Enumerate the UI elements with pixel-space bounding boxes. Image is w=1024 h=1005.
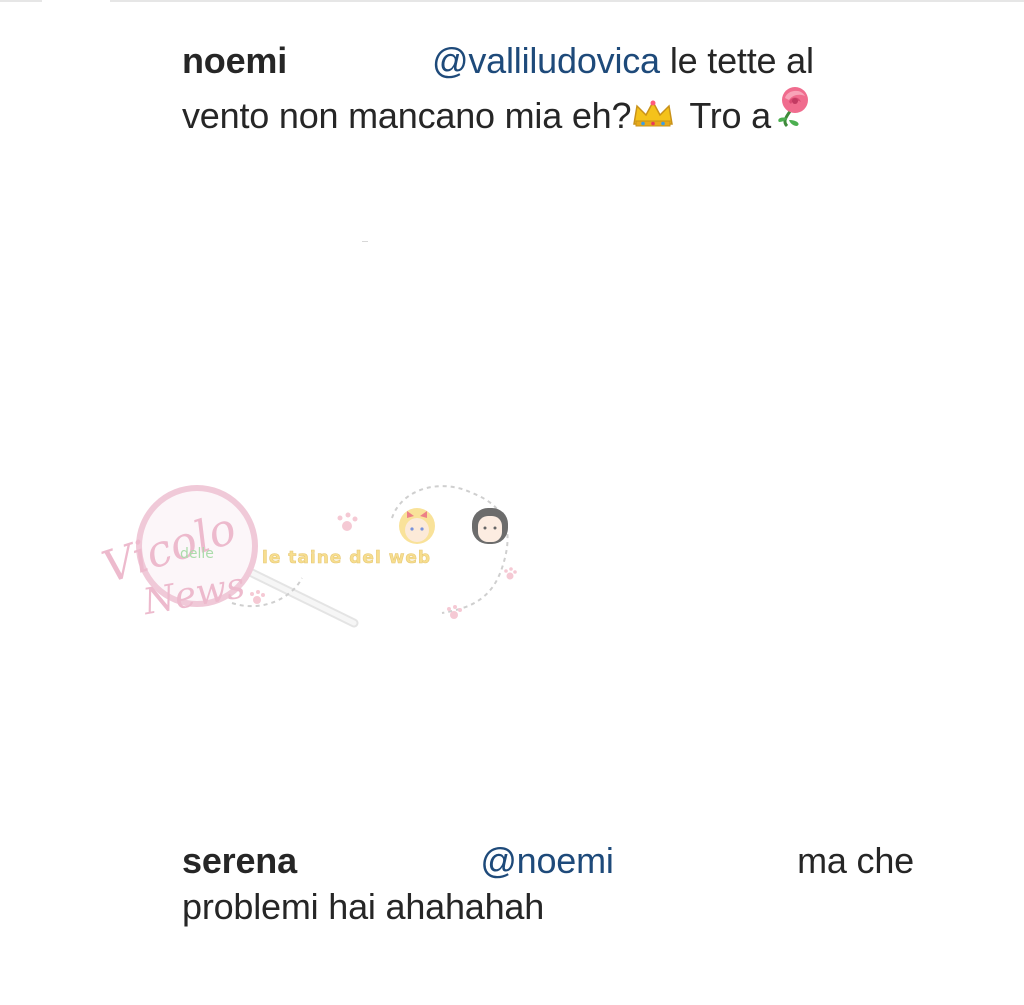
cartoon-avatar-icon [472, 508, 508, 544]
watermark-logo: Vicolo delle News le taine del web [92, 478, 532, 638]
comment-text: problemi hai ahahahah [182, 886, 545, 927]
comment-username[interactable]: serena [182, 838, 297, 884]
comment-line-1: serena @noemi ma che [182, 838, 914, 884]
divider-segment [110, 0, 1024, 2]
artifact-mark [362, 241, 368, 242]
rose-emoji-icon [771, 84, 815, 139]
watermark-logo-small: delle [180, 546, 214, 562]
divider-segment [0, 0, 42, 2]
comment-noemi: noemi @valliludovica le tette al vento n… [182, 38, 914, 139]
comment-line-2: vento non mancano mia eh? Tro a [182, 84, 914, 139]
cartoon-avatar-icon [399, 508, 435, 544]
comment-text: vento non mancano mia eh? [182, 95, 632, 136]
comment-line-1: noemi @valliludovica le tette al [182, 38, 914, 84]
comment-text: Tro a [689, 95, 772, 136]
crown-emoji-icon [631, 93, 675, 139]
comment-line-2: problemi hai ahahahah [182, 884, 914, 930]
comment-mention[interactable]: @noemi [480, 838, 614, 884]
watermark-tagline: le taine del web [262, 548, 431, 568]
comment-username[interactable]: noemi [182, 38, 287, 84]
top-divider [0, 0, 1024, 4]
comment-text: le tette al [669, 40, 814, 81]
comment-serena: serena @noemi ma che problemi hai ahahah… [182, 838, 914, 930]
comment-mention[interactable]: @valliludovica [432, 38, 660, 84]
comment-text: ma che [797, 840, 914, 881]
